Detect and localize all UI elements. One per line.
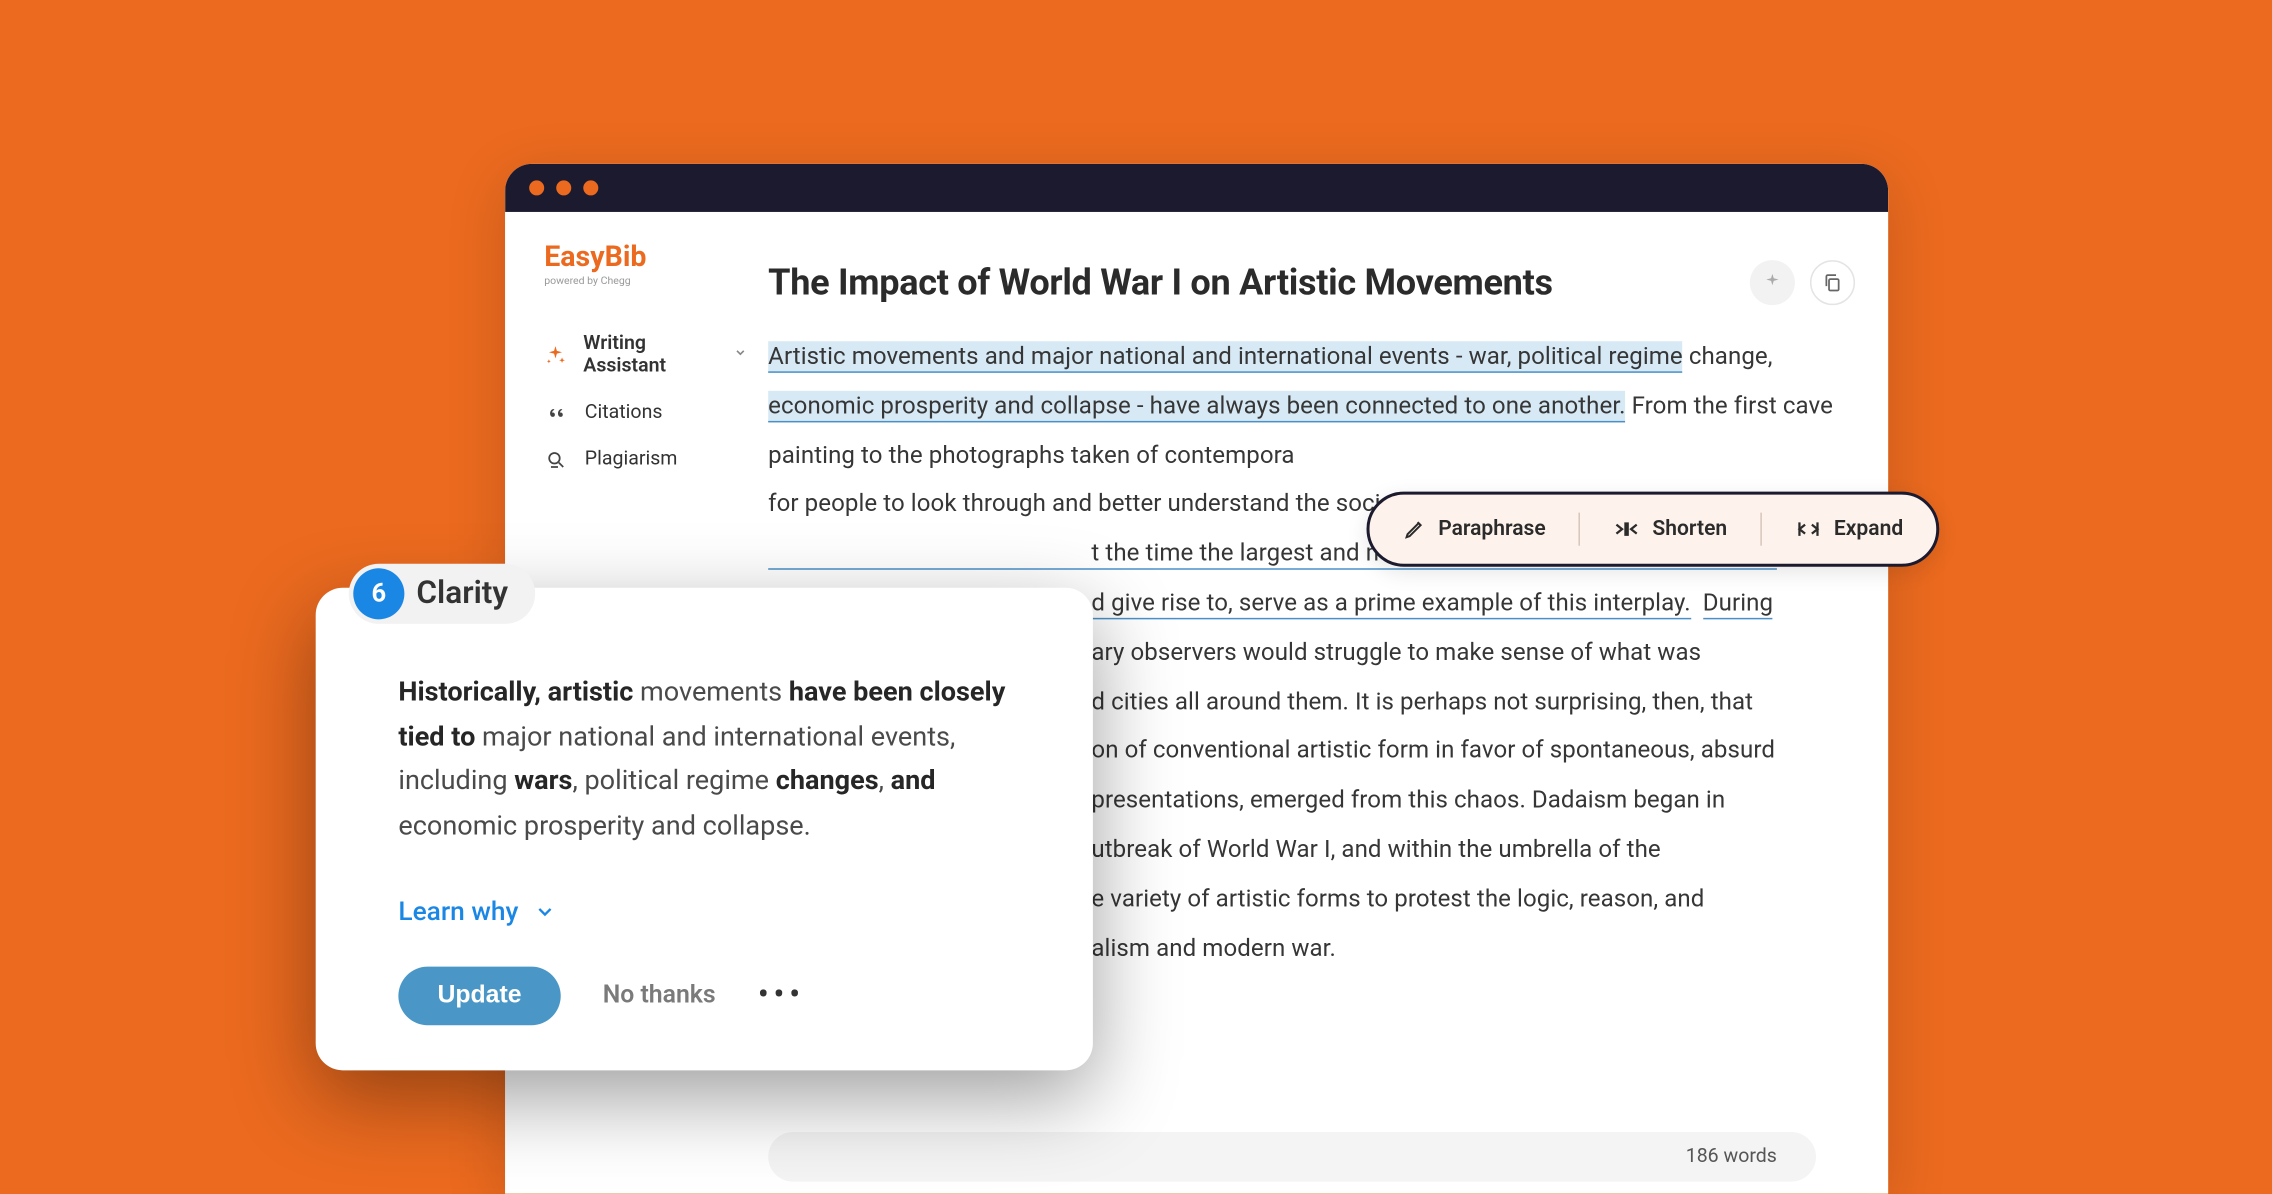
collapse-icon: [1613, 517, 1640, 541]
sparkle-icon: [544, 344, 567, 367]
document-title: The Impact of World War I on Artistic Mo…: [768, 262, 1750, 304]
text-action-toolbar: Paraphrase Shorten Expand: [1366, 492, 1939, 567]
word-count-bar: 186 words: [768, 1132, 1816, 1182]
suggestion-badge: 6 Clarity: [349, 564, 535, 624]
chevron-down-icon: [533, 901, 556, 924]
brand-logo: EasyBib powered by Chegg: [544, 239, 747, 287]
quote-icon: [544, 402, 568, 423]
shorten-button[interactable]: Shorten: [1613, 517, 1727, 541]
update-button[interactable]: Update: [398, 966, 560, 1025]
search-doc-icon: [544, 449, 568, 470]
window-min-dot[interactable]: [556, 180, 571, 195]
word-count: 186 words: [1686, 1146, 1777, 1169]
brand-tagline: powered by Chegg: [544, 275, 747, 287]
learn-why-toggle[interactable]: Learn why: [316, 897, 1093, 966]
highlighted-span: Artistic movements and major national an…: [768, 341, 1683, 373]
sidebar-item-label: Plagiarism: [585, 448, 678, 471]
suggestion-popover: 6 Clarity Historically, artistic movemen…: [316, 588, 1093, 1070]
sidebar-item-label: Citations: [585, 401, 663, 424]
copy-button[interactable]: [1810, 260, 1855, 305]
window-max-dot[interactable]: [583, 180, 598, 195]
expand-button[interactable]: Expand: [1795, 517, 1903, 541]
no-thanks-button[interactable]: No thanks: [603, 981, 716, 1010]
highlighted-span: economic prosperity and collapse - have …: [768, 391, 1625, 423]
sparkle-button[interactable]: [1750, 260, 1795, 305]
sidebar-item-label: Writing Assistant: [583, 332, 711, 377]
suggestion-text: Historically, artistic movements have be…: [316, 588, 1093, 897]
paraphrase-button[interactable]: Paraphrase: [1402, 517, 1546, 541]
window-close-dot[interactable]: [529, 180, 544, 195]
sidebar-item-plagiarism[interactable]: Plagiarism: [544, 436, 747, 483]
suggestion-type-label: Clarity: [416, 576, 508, 612]
divider: [1760, 513, 1762, 546]
titlebar: [505, 164, 1888, 212]
sidebar-item-writing-assistant[interactable]: Writing Assistant: [544, 320, 747, 389]
pencil-icon: [1402, 517, 1426, 541]
suggestion-count-badge: 6: [353, 568, 404, 619]
brand-name: EasyBib: [544, 239, 747, 274]
more-options-button[interactable]: •••: [758, 977, 805, 1015]
expand-icon: [1795, 517, 1822, 541]
underlined-span: d give rise to, serve as a prime example…: [1091, 588, 1690, 620]
chevron-down-icon: [734, 346, 748, 364]
sidebar-item-citations[interactable]: Citations: [544, 389, 747, 436]
divider: [1579, 513, 1581, 546]
